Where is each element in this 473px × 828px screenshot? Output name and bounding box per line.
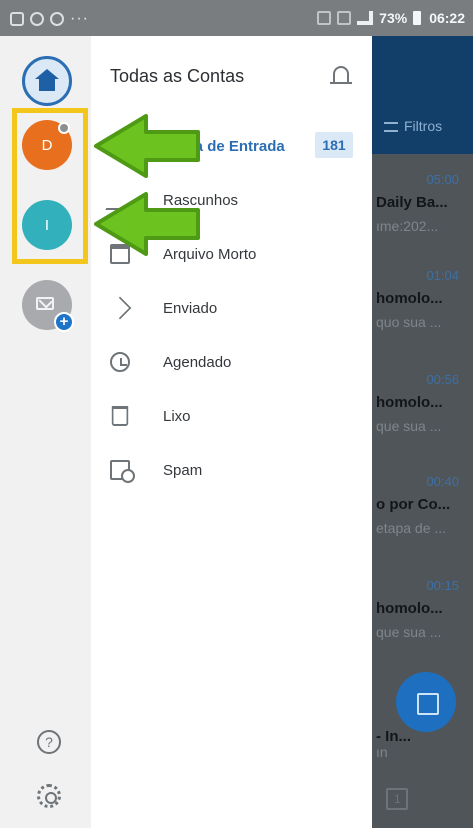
email-preview: ın <box>376 744 388 760</box>
email-preview: quo sua ... <box>376 314 442 330</box>
sent-icon <box>108 296 132 320</box>
trash-icon <box>111 406 129 426</box>
email-subject: homolo... <box>376 394 443 411</box>
battery-icon <box>413 11 422 25</box>
help-icon[interactable]: ? <box>37 730 61 754</box>
unread-count-badge: 181 <box>315 132 353 158</box>
email-preview: que sua ... <box>376 624 442 640</box>
instagram-notification-icon <box>30 12 44 26</box>
accounts-highlight-box <box>12 108 88 264</box>
email-time: 01:04 <box>426 268 459 283</box>
email-time: 00:40 <box>426 474 459 489</box>
image-notification-icon <box>10 12 24 26</box>
plus-icon: + <box>54 312 74 332</box>
email-preview: que sua ... <box>376 418 442 434</box>
email-preview: etapa de ... <box>376 520 447 536</box>
notification-bell-icon[interactable] <box>330 66 352 84</box>
folder-label: Agendado <box>163 354 232 371</box>
folder-label: Spam <box>163 462 203 479</box>
folder-scheduled[interactable]: Agendado <box>91 338 372 392</box>
email-item[interactable]: 00:15 homolo... que sua ... <box>372 560 473 668</box>
signal-icon <box>357 11 374 25</box>
mute-icon <box>317 11 332 25</box>
calendar-day: 1 <box>394 792 401 806</box>
email-item[interactable]: 05:00 Daily Ba... ıme:202... <box>372 154 473 262</box>
add-account-button[interactable]: + <box>22 280 74 332</box>
folder-trash[interactable]: Lixo <box>91 392 372 446</box>
more-notifications-icon: ··· <box>70 10 89 27</box>
notification-icons: ··· <box>10 10 89 28</box>
scheduled-icon <box>110 352 130 372</box>
wifi-icon <box>337 11 352 25</box>
folder-label: Lixo <box>163 408 191 425</box>
spam-icon <box>110 460 135 483</box>
email-preview: ıme:202... <box>376 218 439 234</box>
system-status: 73% 06:22 <box>317 10 465 26</box>
email-time: 00:56 <box>426 372 459 387</box>
email-list-header: Filtros <box>372 36 473 154</box>
status-bar: ··· 73% 06:22 <box>0 0 473 36</box>
home-icon <box>35 68 59 91</box>
email-subject: o por Co... <box>376 496 451 513</box>
email-subject: - In... <box>376 728 411 745</box>
email-item[interactable]: 00:56 homolo... que sua ... <box>372 354 473 462</box>
email-subject: homolo... <box>376 600 443 617</box>
arrow-shape <box>94 114 200 178</box>
folder-sent[interactable]: Enviado <box>91 284 372 338</box>
email-subject: homolo... <box>376 290 443 307</box>
email-time: 05:00 <box>426 172 459 187</box>
folder-spam[interactable]: Spam <box>91 446 372 500</box>
whatsapp-notification-icon <box>50 12 64 26</box>
email-subject: Daily Ba... <box>376 194 448 211</box>
mail-icon <box>36 296 54 310</box>
compose-button[interactable] <box>396 672 456 732</box>
battery-level: 73% <box>379 10 408 26</box>
folder-label: Enviado <box>163 300 218 317</box>
green-arrow-2 <box>94 192 200 256</box>
filter-icon <box>384 122 398 133</box>
email-item[interactable]: 01:04 homolo... quo sua ... <box>372 250 473 358</box>
settings-gear-icon[interactable] <box>37 784 61 808</box>
arrow-shape <box>94 192 200 256</box>
filters-button[interactable]: Filtros <box>384 118 442 134</box>
calendar-tab-icon[interactable]: 1 <box>386 788 408 810</box>
email-time: 00:15 <box>426 578 459 593</box>
email-list-background: Filtros 05:00 Daily Ba... ıme:202... 01:… <box>372 36 473 828</box>
panel-title: Todas as Contas <box>110 66 245 86</box>
email-item[interactable]: 00:40 o por Co... etapa de ... <box>372 456 473 564</box>
account-rail: D I + ? <box>0 36 91 828</box>
green-arrow-1 <box>94 114 200 178</box>
clock: 06:22 <box>429 10 465 26</box>
all-accounts-button[interactable] <box>22 56 72 106</box>
filters-label: Filtros <box>404 118 443 134</box>
